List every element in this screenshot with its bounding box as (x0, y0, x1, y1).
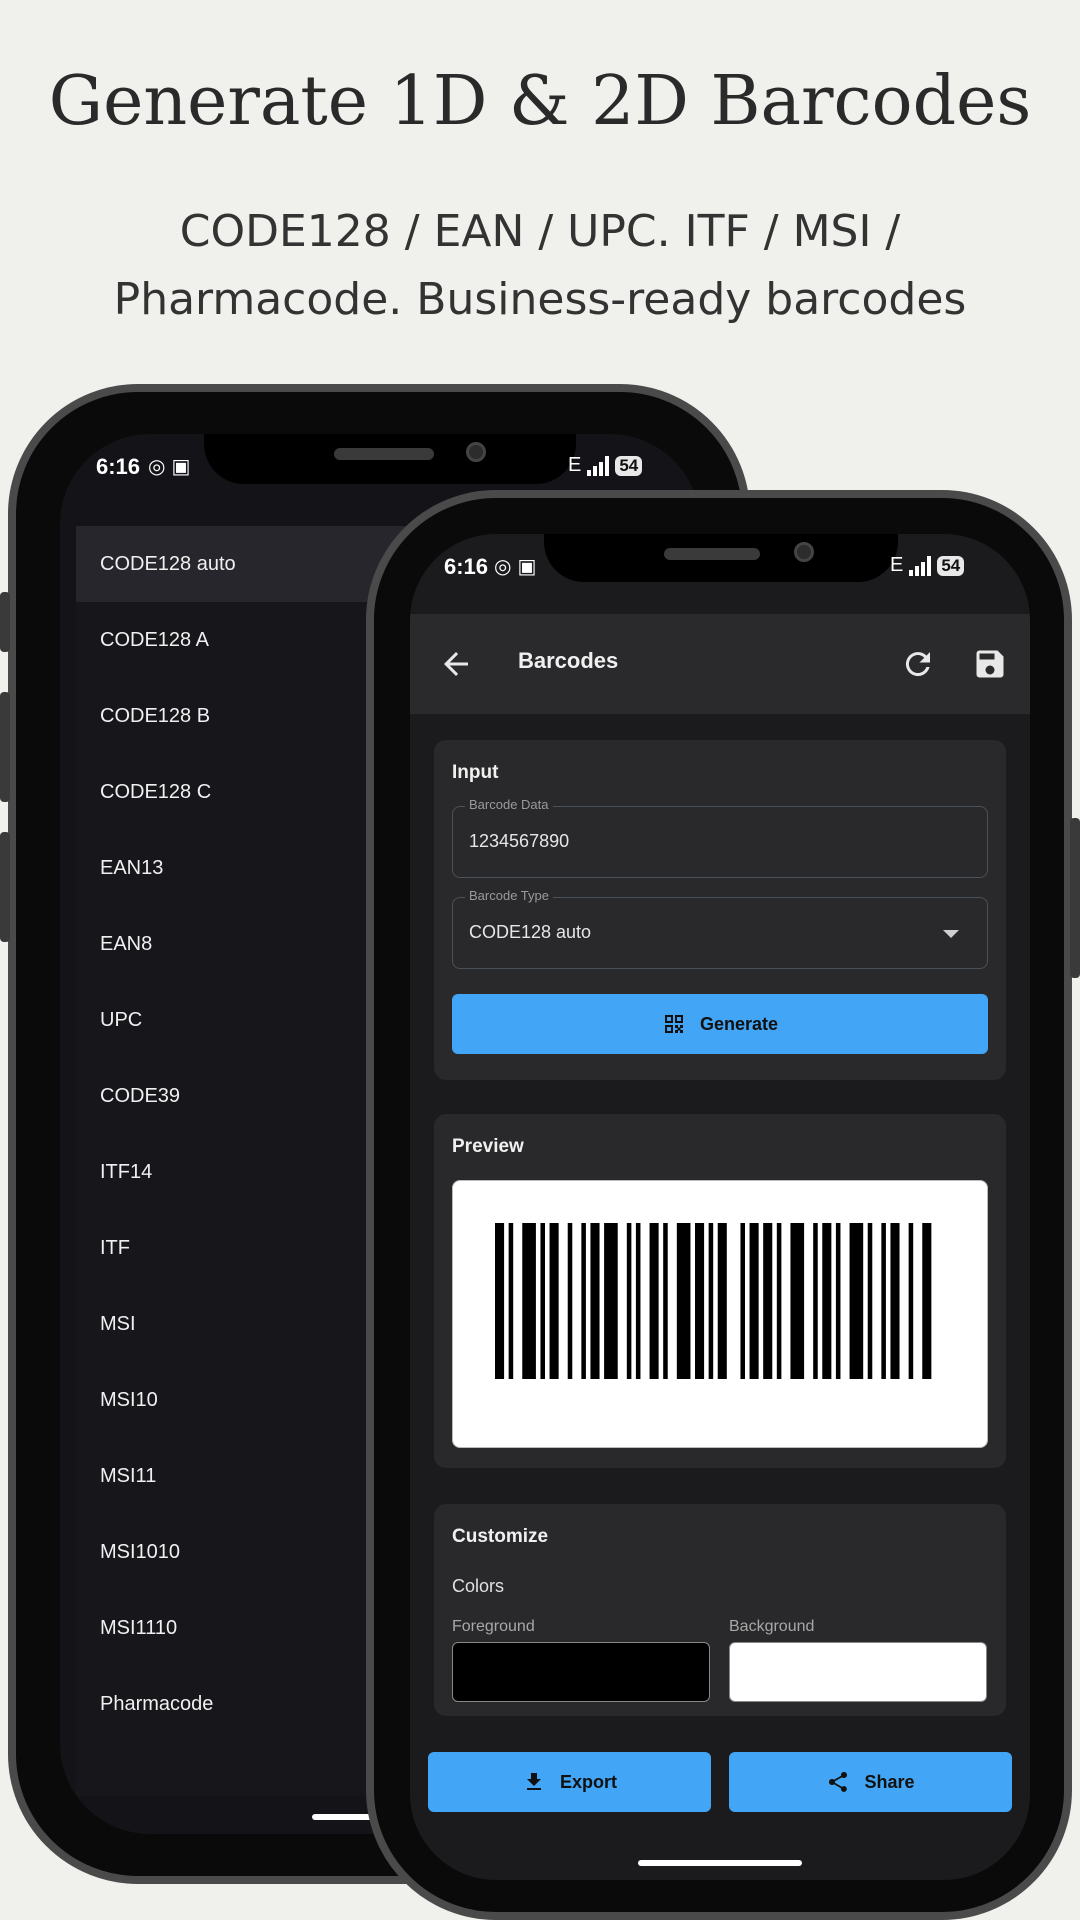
qr-code-icon (664, 1015, 683, 1033)
side-button (0, 592, 10, 652)
barcode-preview (452, 1180, 988, 1448)
barcode-bar (590, 1223, 600, 1379)
whatsapp-icon: ◎ (148, 456, 166, 478)
preview-card-title: Preview (452, 1136, 524, 1157)
status-time: 6:16 (444, 554, 489, 579)
barcode-bar (822, 1223, 832, 1379)
barcode-bar (549, 1223, 559, 1379)
barcode-bar (540, 1223, 545, 1379)
barcode-bar (813, 1223, 818, 1379)
dropdown-caret-icon (943, 930, 959, 938)
battery-icon: 54 (937, 555, 965, 576)
barcode-bar (567, 1223, 573, 1379)
status-time: 6:16 (96, 454, 141, 479)
export-button-label: Export (559, 1771, 617, 1792)
signal-icon (909, 555, 932, 576)
input-card-title: Input (452, 762, 499, 783)
barcode-bar (495, 1223, 505, 1379)
preview-card: Preview (434, 1114, 1006, 1468)
export-button[interactable]: Export (428, 1752, 711, 1812)
barcode-type-value: CODE128 auto (469, 922, 592, 942)
speaker (334, 448, 434, 460)
promo-subtitle: CODE128 / EAN / UPC. ITF / MSI / Pharmac… (60, 198, 1020, 334)
background-label: Background (729, 1618, 815, 1635)
status-app-icons: ◎ ▣ (494, 554, 536, 579)
camera-icon (466, 442, 486, 462)
battery-icon: 54 (615, 455, 643, 476)
whatsapp-icon: ◎ (494, 556, 512, 578)
speaker (664, 548, 760, 560)
signal-icon (587, 455, 610, 476)
barcode-bar (676, 1223, 691, 1379)
share-icon (829, 1772, 848, 1792)
front-phone: 6:16 ◎ ▣ E 54 Barcodes Input Barcode Dat… (366, 490, 1080, 1920)
barcode-bar (749, 1223, 759, 1379)
foreground-label: Foreground (452, 1618, 535, 1635)
status-right-icons: E 54 (890, 554, 965, 577)
barcode-data-value: 1234567890 (469, 831, 570, 851)
save-icon[interactable] (972, 646, 1008, 682)
generate-button[interactable]: Generate (452, 994, 988, 1054)
barcode-type-label: Barcode Type (465, 888, 553, 903)
background-color-swatch[interactable] (729, 1642, 987, 1702)
notification-icon: ▣ (171, 456, 191, 478)
side-button (0, 832, 10, 942)
barcode-bar (908, 1223, 914, 1379)
status-app-icons: ◎ ▣ (148, 454, 190, 479)
side-button (0, 692, 10, 802)
barcode-bar (522, 1223, 536, 1379)
barcode-type-select[interactable]: Barcode Type CODE128 auto (452, 888, 988, 969)
side-button (1070, 818, 1080, 978)
barcode-bar (922, 1223, 932, 1379)
promo-subtitle-line-1: CODE128 / EAN / UPC. ITF / MSI / (179, 206, 901, 257)
notch (544, 534, 898, 582)
network-icon: E (890, 554, 904, 576)
barcode-bar (663, 1223, 668, 1379)
promo-subtitle-line-2: Pharmacode. Business-ready barcodes (113, 274, 967, 325)
refresh-icon[interactable] (900, 646, 936, 682)
barcode-bar (867, 1223, 873, 1379)
foreground-color-swatch[interactable] (452, 1642, 710, 1702)
barcode-bar (708, 1223, 714, 1379)
barcode-bar (581, 1223, 586, 1379)
colors-label: Colors (452, 1576, 505, 1596)
barcode-bar (604, 1223, 618, 1379)
barcode-image (495, 1223, 932, 1379)
notch (204, 434, 576, 484)
barcode-bar (890, 1223, 900, 1379)
home-indicator[interactable] (638, 1860, 802, 1866)
notification-icon: ▣ (517, 556, 537, 578)
network-icon: E (568, 454, 582, 476)
download-icon (526, 1773, 541, 1790)
barcode-bar (635, 1223, 641, 1379)
barcode-bar (695, 1223, 705, 1379)
app-bar: Barcodes (410, 614, 1030, 714)
page-title: Barcodes (518, 648, 619, 673)
barcode-bar (763, 1223, 773, 1379)
barcode-bar (626, 1223, 632, 1379)
status-right-icons: E 54 (568, 454, 643, 477)
barcode-bar (835, 1223, 841, 1379)
camera-icon (794, 542, 814, 562)
barcode-bar (849, 1223, 864, 1379)
barcode-data-label: Barcode Data (465, 797, 553, 812)
back-arrow-icon[interactable] (438, 646, 474, 682)
barcode-bar (740, 1223, 745, 1379)
barcode-bar (717, 1223, 727, 1379)
barcode-bar (790, 1223, 805, 1379)
share-button[interactable]: Share (729, 1752, 1012, 1812)
customize-card-title: Customize (452, 1526, 549, 1547)
input-card: Input Barcode Data 1234567890 Barcode Ty… (434, 740, 1006, 1080)
barcode-bar (649, 1223, 659, 1379)
barcode-bar (881, 1223, 886, 1379)
share-button-label: Share (864, 1771, 915, 1792)
barcode-data-field[interactable]: Barcode Data 1234567890 (452, 797, 988, 878)
customize-card: Customize Colors Foreground Background (434, 1504, 1006, 1716)
promo-title: Generate 1D & 2D Barcodes (48, 62, 1032, 141)
barcode-bar (508, 1223, 514, 1379)
front-phone-screen: 6:16 ◎ ▣ E 54 Barcodes Input Barcode Dat… (410, 534, 1030, 1880)
generate-button-label: Generate (699, 1013, 779, 1034)
barcode-bar (776, 1223, 782, 1379)
